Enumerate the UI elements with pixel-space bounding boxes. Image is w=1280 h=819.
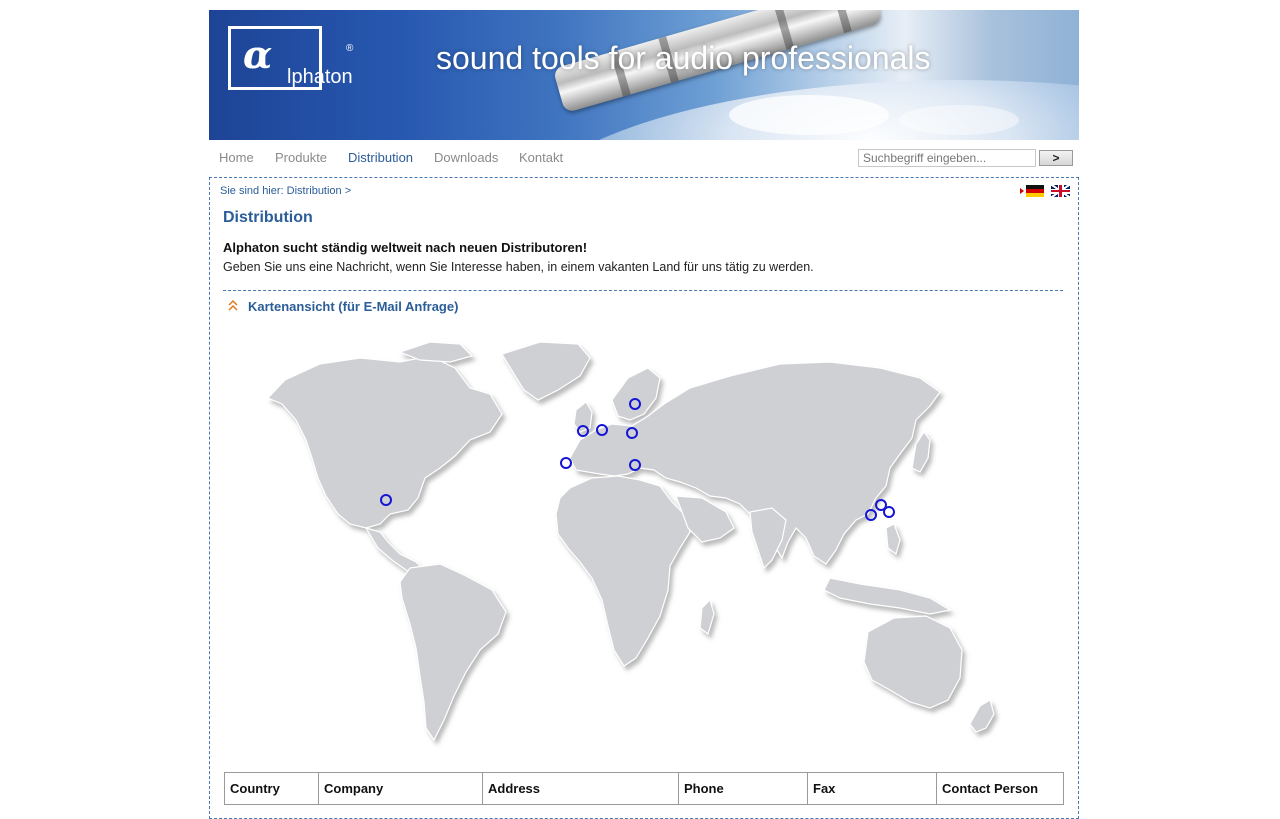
australia-shape[interactable] [863, 615, 963, 709]
philippines-shape[interactable] [885, 523, 901, 556]
cloud-graphic [729, 95, 889, 135]
intro-headline: Alphaton sucht ständig weltweit nach neu… [223, 240, 588, 255]
uk-shape[interactable] [573, 401, 593, 433]
new-zealand-shape[interactable] [969, 699, 995, 733]
content-panel: Sie sind hier: Distribution > Distributi… [209, 177, 1079, 819]
nav-item-home[interactable]: Home [219, 150, 254, 165]
africa-shape[interactable] [555, 475, 691, 667]
world-map[interactable] [240, 328, 1010, 758]
intro-text: Geben Sie uns eine Nachricht, wenn Sie I… [223, 260, 814, 274]
german-flag-icon[interactable] [1020, 185, 1044, 197]
greenland-shape[interactable] [501, 341, 591, 401]
tagline: sound tools for audio professionals [436, 40, 931, 76]
nav-item-kontakt[interactable]: Kontakt [519, 150, 563, 165]
breadcrumb[interactable]: Sie sind hier: Distribution > [220, 185, 351, 197]
madagascar-shape[interactable] [699, 598, 715, 635]
logo-wordmark: lphaton [287, 66, 353, 88]
japan-shape[interactable] [911, 430, 931, 473]
nav-item-produkte[interactable]: Produkte [275, 150, 327, 165]
north-america-shape[interactable] [266, 355, 503, 529]
indonesia-shape[interactable] [823, 577, 952, 615]
logo[interactable]: α lphaton [228, 26, 353, 90]
registered-mark: ® [346, 43, 354, 54]
divider [223, 290, 1063, 291]
south-america-shape[interactable] [399, 563, 507, 742]
distributor-table: Country Company Address Phone Fax Contac… [224, 772, 1064, 805]
search-button[interactable]: > [1039, 150, 1073, 166]
map-marker-china[interactable] [865, 509, 877, 521]
map-marker-spain[interactable] [560, 457, 572, 469]
search-input[interactable] [858, 149, 1036, 167]
active-language-arrow-icon [1020, 188, 1024, 194]
arctic-islands-shape[interactable] [398, 341, 474, 363]
map-section-heading[interactable]: Kartenansicht (für E-Mail Anfrage) [248, 299, 458, 314]
page-title: Distribution [223, 209, 313, 226]
india-shape[interactable] [749, 507, 787, 570]
german-flag-graphic [1026, 185, 1044, 197]
map-marker-philippines[interactable] [883, 506, 895, 518]
uk-flag-icon[interactable] [1051, 185, 1070, 197]
header-banner: α lphaton ® sound tools for audio profes… [209, 10, 1079, 140]
logo-alpha-glyph: α [243, 32, 273, 77]
nav-item-distribution[interactable]: Distribution [348, 150, 413, 165]
collapse-chevron-icon[interactable] [227, 298, 239, 312]
cloud-graphic [899, 105, 1019, 135]
nav-item-downloads[interactable]: Downloads [434, 150, 498, 165]
